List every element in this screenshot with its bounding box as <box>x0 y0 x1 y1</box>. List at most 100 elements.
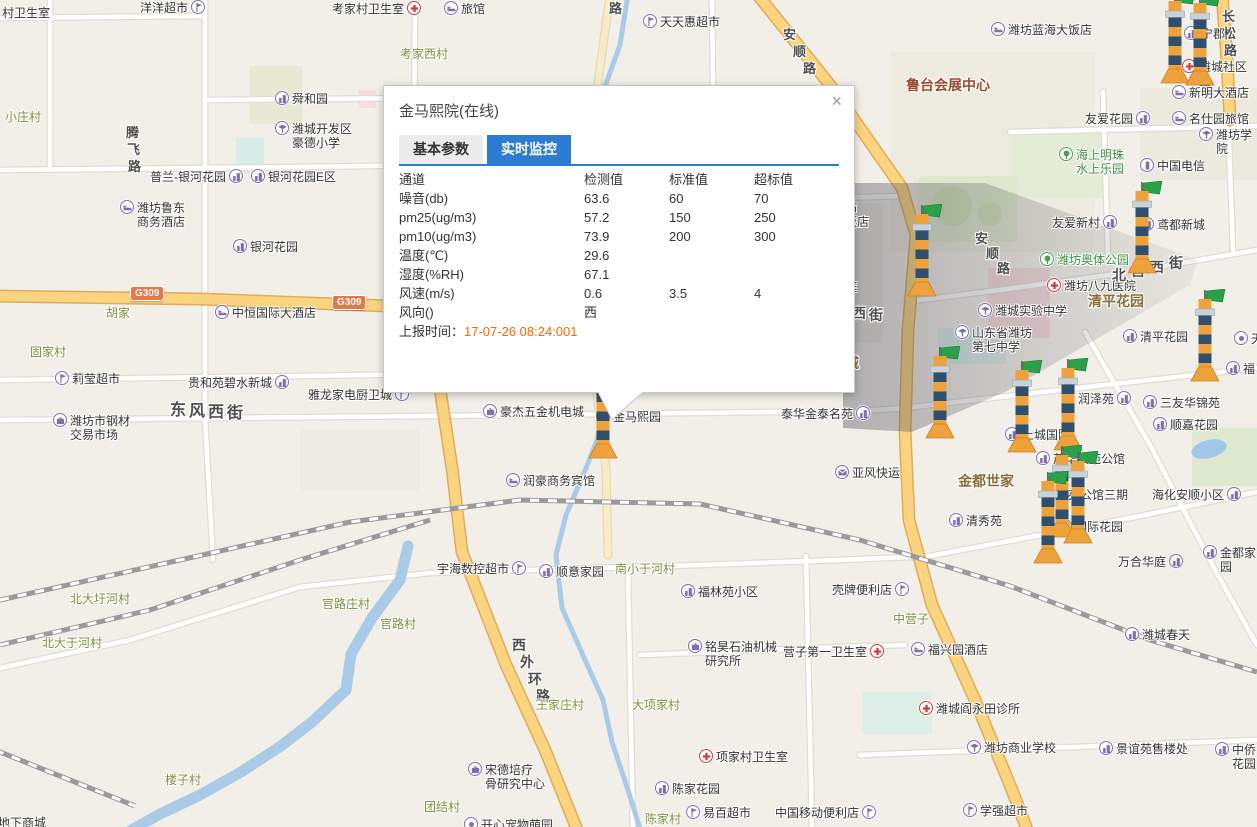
map-label-text: 豪杰五金机电城 <box>500 405 584 419</box>
market-icon <box>643 14 657 28</box>
hotel-icon <box>444 1 458 15</box>
crossR-icon <box>1047 278 1061 292</box>
map-road-name-char: 腾 <box>126 126 139 140</box>
hotel-icon <box>506 473 520 487</box>
report-time: 上报时间：17-07-26 08:24:001 <box>399 322 839 341</box>
map-label-text: 铭昊石油机械 研究所 <box>705 640 777 668</box>
map-label-text: 山东省潍坊 第七中学 <box>972 326 1032 354</box>
hotel-icon <box>911 642 925 656</box>
map-label: 洋洋超市 <box>140 1 205 15</box>
map-label-text: 金都家园 <box>1220 546 1257 574</box>
monitoring-station-marker[interactable] <box>918 346 962 440</box>
monitor-table-cell: 29.6 <box>584 246 669 265</box>
monitoring-station-marker[interactable] <box>1178 0 1222 87</box>
map-label: 中国移动便利店 <box>775 806 876 820</box>
map-road-name-char: 顺 <box>986 247 999 261</box>
bldg-icon <box>275 91 289 105</box>
monitor-table: 通道检测值标准值超标值噪音(db)63.66070pm25(ug/m3)57.2… <box>399 170 841 322</box>
map-label-text: 潍坊商业学校 <box>984 741 1056 755</box>
monitor-table-cell <box>754 246 841 265</box>
tab-basic-params[interactable]: 基本参数 <box>399 135 483 164</box>
bldg-icon <box>539 564 553 578</box>
map-label: 北大于河村 <box>42 636 102 650</box>
map-label-text: 清平花园 <box>1088 294 1144 308</box>
map-label-text: 顺嘉花园 <box>1170 418 1218 432</box>
case-icon <box>53 413 67 427</box>
popup-title: 金马熙院(在线) <box>399 100 839 121</box>
map-label: 亚风快运 <box>835 466 900 480</box>
map-road-name-char: 安 <box>975 232 988 246</box>
market-icon <box>512 561 526 575</box>
monitor-table-cell: 风速(m/s) <box>399 284 584 303</box>
monitoring-station-marker[interactable] <box>1000 360 1044 454</box>
map-label: 学强超市 <box>963 804 1028 818</box>
bldg-icon <box>1117 391 1131 405</box>
map-road-name-char: 路 <box>1224 44 1237 58</box>
monitoring-station-marker[interactable] <box>1046 358 1090 452</box>
tab-realtime-monitor[interactable]: 实时监控 <box>487 135 571 164</box>
bldg-icon <box>1143 395 1157 409</box>
map-label: 清平花园 <box>1123 330 1188 344</box>
monitor-table-row: 噪音(db)63.66070 <box>399 189 841 208</box>
map-label-text: 福 <box>1243 362 1255 376</box>
map-label: 北大圩河村 <box>70 592 130 606</box>
map-road-name-char: 风 <box>189 405 205 419</box>
monitoring-station-marker[interactable] <box>1183 289 1227 383</box>
map-label-text: 亚风快运 <box>852 466 900 480</box>
map-label-text: 友爱花园 <box>1085 112 1133 126</box>
monitor-table-cell: pm25(ug/m3) <box>399 208 584 227</box>
bldg-icon <box>1169 554 1183 568</box>
map-label-text: 金都世家 <box>958 474 1014 488</box>
school-icon <box>275 121 289 135</box>
map-label: 潍城开发区 豪德小学 <box>275 122 352 150</box>
bldg-icon <box>1153 417 1167 431</box>
monitor-table-cell: 67.1 <box>584 265 669 284</box>
monitor-table-cell: 250 <box>754 208 841 227</box>
map-label: 山东省潍坊 第七中学 <box>955 326 1032 354</box>
map-road-name-char: 外 <box>520 655 534 669</box>
monitor-table-row: 风速(m/s)0.63.54 <box>399 284 841 303</box>
map-label-text: 胡家 <box>106 306 130 320</box>
map-label: 海上明珠 水上乐园 <box>1059 148 1124 176</box>
map-label-text: 舜和园 <box>292 92 328 106</box>
monitoring-station-marker[interactable] <box>1026 471 1070 565</box>
monitor-table-cell <box>754 265 841 284</box>
bldg-icon <box>681 584 695 598</box>
map-label-text: 新明大酒店 <box>1189 86 1249 100</box>
map-label: 胡家 <box>106 306 130 320</box>
map-label: 宋德培疗 骨研究中心 <box>468 763 545 791</box>
map-label-text: 潍坊鲁东 商务酒店 <box>137 201 185 229</box>
map-label: 宇海数控超市 <box>437 562 526 576</box>
map-label: 顺意家园 <box>539 565 604 579</box>
map-label: 福林苑小区 <box>681 585 758 599</box>
map-label-text: 海化安顺小区 <box>1152 488 1224 502</box>
monitoring-station-marker[interactable] <box>1120 181 1164 275</box>
monitor-table-row: 温度(℃)29.6 <box>399 246 841 265</box>
monitor-table-row: pm25(ug/m3)57.2150250 <box>399 208 841 227</box>
close-icon[interactable]: × <box>831 92 842 110</box>
monitor-table-cell <box>669 265 754 284</box>
map-label: 新明大酒店 <box>1172 86 1249 100</box>
map-label-text: 普兰-银河花园 <box>150 170 226 184</box>
map-label: 中国电信 <box>1140 159 1205 173</box>
map-label: 友爱新村 <box>1052 216 1117 230</box>
crossR-icon <box>870 644 884 658</box>
map-label-text: 中恒国际大酒店 <box>232 306 316 320</box>
map-label-text: 壳牌便利店 <box>832 583 892 597</box>
map-label-text: 村卫生室 <box>2 6 50 20</box>
monitoring-station-marker[interactable] <box>900 204 944 298</box>
map-label: 贵和苑碧水新城 <box>188 376 289 390</box>
map-label: 陈家村 <box>645 812 681 826</box>
map-road-name-char: 路 <box>128 160 141 174</box>
map-road-name-char: 顺 <box>793 45 806 59</box>
monitor-table-cell: 风向() <box>399 303 584 322</box>
map-label-text: 海上明珠 水上乐园 <box>1076 148 1124 176</box>
map-label: 潍坊奥体公园 <box>1040 253 1129 267</box>
map-label: 银河花园E区 <box>251 170 336 184</box>
map-label: 潍坊学院 <box>1199 128 1257 156</box>
map-label: 开心宠物萌园 <box>464 818 553 827</box>
monitor-table-cell: 63.6 <box>584 189 669 208</box>
monitor-table-cell <box>669 246 754 265</box>
map-label-text: 潍坊奥体公园 <box>1057 253 1129 267</box>
map-label: 景谊苑售楼处 <box>1099 742 1188 756</box>
